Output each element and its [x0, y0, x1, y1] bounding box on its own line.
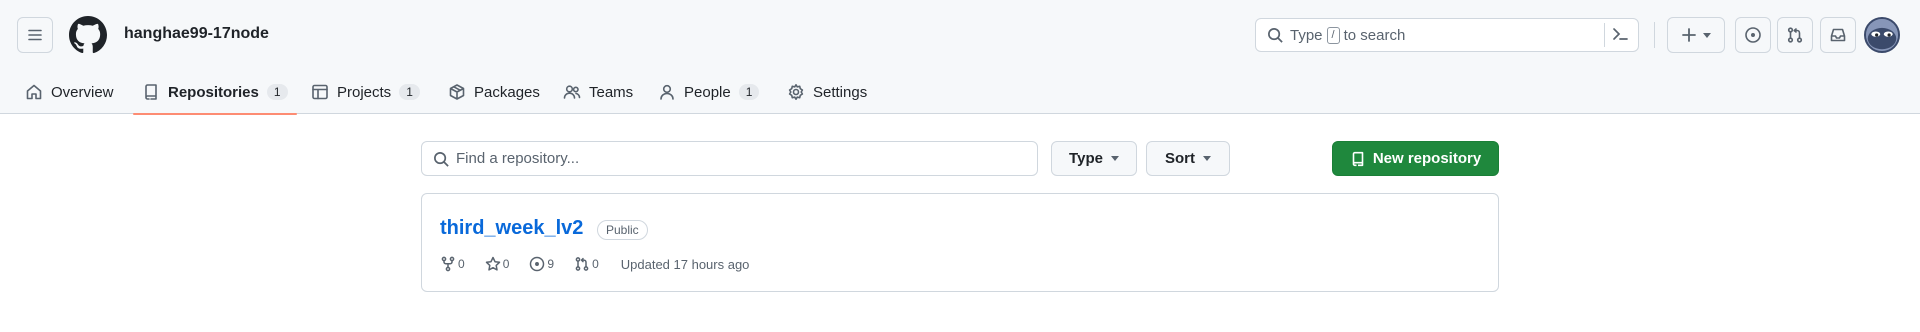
tab-projects[interactable]: Projects 1 [311, 70, 420, 114]
repository-list: third_week_lv2 Public 0 0 9 0 Updated 17… [421, 193, 1499, 292]
search-placeholder: Type / to search [1290, 27, 1405, 44]
menu-button[interactable] [17, 17, 53, 53]
plus-icon [1682, 28, 1696, 42]
person-icon [660, 84, 674, 100]
find-repository-input[interactable] [456, 142, 1026, 175]
new-repository-label: New repository [1372, 150, 1482, 167]
find-repository-field[interactable] [421, 141, 1038, 176]
tab-teams[interactable]: Teams [563, 70, 633, 114]
search-suffix: to search [1343, 27, 1406, 44]
people-icon [563, 85, 581, 99]
chevron-down-icon [1703, 32, 1711, 38]
search-shortcut-key: / [1326, 27, 1340, 44]
github-logo-icon[interactable] [69, 16, 107, 54]
table-icon [312, 84, 328, 100]
header-divider [1654, 22, 1655, 48]
star-icon [485, 256, 500, 271]
tab-overview[interactable]: Overview [25, 70, 114, 114]
home-icon [26, 84, 42, 100]
sort-button[interactable]: Sort [1146, 141, 1230, 176]
pulls-value: 0 [592, 257, 599, 271]
search-divider [1604, 23, 1605, 47]
package-icon [449, 84, 465, 100]
org-nav: Overview Repositories 1 Projects 1 Packa… [0, 70, 1920, 115]
hamburger-icon [28, 29, 42, 41]
inbox-button[interactable] [1820, 17, 1856, 53]
org-name[interactable]: hanghae99-17node [124, 25, 269, 43]
tab-label: Projects [337, 83, 392, 101]
repo-icon [1352, 151, 1364, 166]
stars-count[interactable]: 0 [485, 256, 510, 272]
repo-forked-icon [441, 256, 455, 272]
chevron-down-icon [1203, 156, 1211, 161]
gear-icon [788, 84, 804, 100]
pull-requests-count[interactable]: 0 [574, 256, 599, 272]
updated-timestamp: Updated 17 hours ago [620, 256, 750, 272]
tab-repositories[interactable]: Repositories 1 [133, 70, 297, 115]
search-prefix: Type [1290, 27, 1323, 44]
tab-packages[interactable]: Packages [448, 70, 540, 114]
sort-label: Sort [1165, 150, 1195, 167]
tab-label: Overview [51, 83, 114, 101]
new-repository-button[interactable]: New repository [1332, 141, 1499, 176]
tab-label: Settings [813, 83, 868, 101]
create-new-button[interactable] [1667, 17, 1725, 53]
tab-count-badge: 1 [738, 84, 760, 100]
tab-count-badge: 1 [266, 84, 288, 100]
inbox-icon [1830, 28, 1846, 42]
repo-icon [145, 84, 157, 100]
tab-label: People [684, 83, 731, 101]
search-icon [434, 152, 449, 167]
repository-name-link[interactable]: third_week_lv2 [440, 217, 583, 240]
tab-label: Teams [589, 83, 634, 101]
global-search[interactable]: Type / to search [1255, 18, 1639, 52]
search-icon [1267, 27, 1284, 44]
git-pull-request-icon [1787, 27, 1803, 43]
issues-button[interactable] [1735, 17, 1771, 53]
command-palette-icon[interactable] [1610, 24, 1634, 46]
visibility-badge: Public [597, 220, 648, 240]
avatar-image [1866, 19, 1898, 51]
forks-value: 0 [458, 257, 465, 271]
type-filter-button[interactable]: Type [1051, 141, 1137, 176]
top-bar: hanghae99-17node Type / to search [0, 0, 1920, 70]
tab-people[interactable]: People 1 [658, 70, 760, 114]
pull-requests-button[interactable] [1777, 17, 1813, 53]
chevron-down-icon [1110, 156, 1119, 161]
issues-value: 9 [547, 257, 555, 271]
git-pull-request-icon [575, 257, 589, 271]
tab-label: Repositories [168, 83, 259, 101]
forks-count[interactable]: 0 [440, 256, 465, 272]
type-filter-label: Type [1069, 150, 1103, 167]
repository-meta: 0 0 9 0 Updated 17 hours ago [440, 256, 749, 272]
tab-count-badge: 1 [399, 84, 420, 100]
issues-count[interactable]: 9 [529, 256, 554, 272]
org-header: hanghae99-17node Type / to search Overvi… [0, 0, 1920, 115]
tab-label: Packages [474, 83, 540, 101]
issue-opened-icon [1745, 27, 1761, 43]
user-avatar[interactable] [1864, 17, 1900, 53]
stars-value: 0 [502, 257, 510, 271]
tab-settings[interactable]: Settings [787, 70, 867, 114]
issue-opened-icon [530, 256, 545, 272]
